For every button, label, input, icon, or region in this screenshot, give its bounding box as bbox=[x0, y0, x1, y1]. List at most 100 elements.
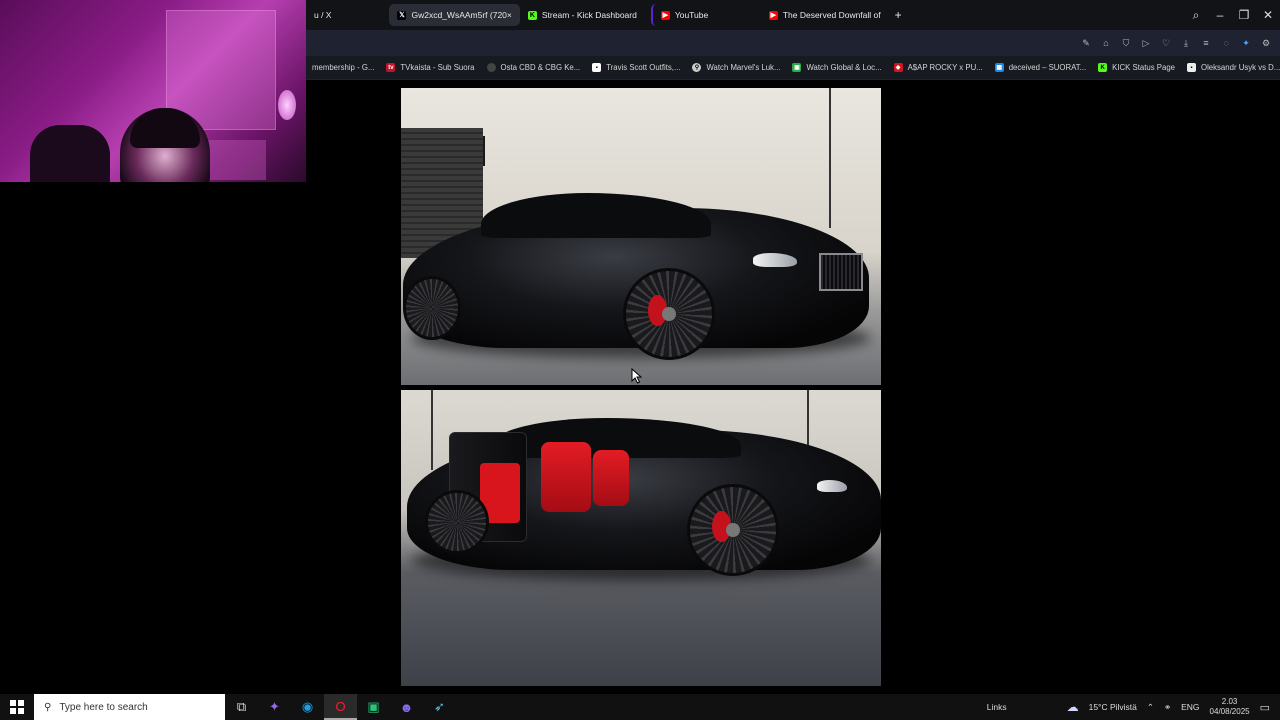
window-controls: ⌕ – ❐ ✕ bbox=[1184, 0, 1280, 30]
bookmark-item[interactable]: membership - G... bbox=[306, 63, 380, 72]
bookmark-label: Watch Marvel's Luk... bbox=[706, 63, 781, 72]
bookmark-label: TVkaista - Sub Suora bbox=[400, 63, 475, 72]
camera-icon[interactable]: ⌂ bbox=[1100, 38, 1112, 48]
taskbar-search-box[interactable]: ⚲ Type here to search bbox=[34, 694, 225, 720]
car-photo-open-doors[interactable] bbox=[401, 390, 881, 686]
steam-icon[interactable]: ➶ bbox=[423, 694, 456, 720]
weather-text[interactable]: 15°C Pilvistä bbox=[1089, 702, 1137, 712]
tab-image[interactable]: 𝕏 Gw2xcd_WsAAm5rf (720× bbox=[389, 4, 520, 26]
chevron-up-icon[interactable]: ⌃ bbox=[1147, 702, 1154, 713]
image-icon: ▦ bbox=[994, 63, 1004, 72]
webcam-overlay bbox=[0, 0, 306, 182]
wheel-hub bbox=[726, 523, 740, 537]
bookmark-label: Travis Scott Outfits,... bbox=[606, 63, 681, 72]
front-wheel bbox=[687, 484, 779, 576]
mouse-cursor-icon bbox=[631, 368, 643, 384]
menu-icon[interactable]: ≡ bbox=[1200, 38, 1212, 48]
front-seat bbox=[541, 442, 591, 512]
tab-x-profile[interactable]: u / X bbox=[306, 4, 339, 26]
youtube-icon: ▶ bbox=[768, 10, 778, 20]
bookmark-item[interactable]: tv TVkaista - Sub Suora bbox=[380, 63, 480, 72]
bookmark-label: KICK Status Page bbox=[1112, 63, 1175, 72]
links-toolbar[interactable]: Links bbox=[987, 702, 1007, 712]
minimize-icon[interactable]: – bbox=[1208, 8, 1232, 22]
tab-label: u / X bbox=[314, 10, 332, 20]
car-grille bbox=[819, 253, 863, 291]
bookmark-item[interactable]: ▣ Watch Global & Loc... bbox=[786, 63, 887, 72]
settings-icon[interactable]: ⚙ bbox=[1260, 38, 1272, 49]
rear-wheel bbox=[425, 490, 489, 554]
taskbar: ⚲ Type here to search ⧉ ✦ ◉ O ▣ ☻ ➶ Link… bbox=[0, 694, 1280, 720]
edit-icon[interactable]: ✎ bbox=[1080, 38, 1092, 49]
wheel-hub bbox=[662, 307, 676, 321]
car-roof bbox=[481, 193, 711, 238]
kick-icon: K bbox=[527, 10, 537, 20]
globe-icon bbox=[486, 63, 496, 72]
opera-icon[interactable]: O bbox=[324, 694, 357, 720]
windows-start-icon[interactable] bbox=[0, 694, 34, 720]
bookmark-item[interactable]: ▦ deceived – SUORAT... bbox=[989, 63, 1092, 72]
bookmark-item[interactable]: ▪ Travis Scott Outfits,... bbox=[586, 63, 686, 72]
wall-pole bbox=[431, 390, 433, 470]
tab-kick-dashboard[interactable]: K Stream - Kick Dashboard bbox=[520, 4, 645, 26]
discord-icon[interactable]: ☻ bbox=[390, 694, 423, 720]
car-photo-side-view[interactable] bbox=[401, 88, 881, 385]
search-tabs-icon[interactable]: ⌕ bbox=[1184, 8, 1208, 23]
x-logo-icon: 𝕏 bbox=[397, 10, 407, 20]
restore-icon[interactable]: ❐ bbox=[1232, 8, 1256, 22]
bookmark-item[interactable]: ▪ Oleksandr Usyk vs D... bbox=[1181, 63, 1280, 72]
page-icon: ▪ bbox=[1187, 63, 1196, 72]
copilot-icon[interactable]: ✦ bbox=[258, 694, 291, 720]
bookmark-label: Osta CBD & CBG Ke... bbox=[500, 63, 581, 72]
tab-label: The Deserved Downfall of bbox=[782, 10, 881, 20]
language-indicator[interactable]: ENG bbox=[1181, 702, 1199, 712]
toolbar-icons: ✎ ⌂ ⛉ ▷ ♡ ⤓ ≡ ◌ ✦ ⚙ bbox=[1080, 30, 1272, 56]
close-icon[interactable]: ✕ bbox=[1256, 8, 1280, 22]
tab-bar: u / X 𝕏 Gw2xcd_WsAAm5rf (720× K Stream -… bbox=[306, 0, 1280, 30]
bookmark-item[interactable]: ◆ A$AP ROCKY x PU... bbox=[888, 63, 989, 72]
play-icon[interactable]: ▷ bbox=[1140, 38, 1152, 49]
profile-icon[interactable]: ◌ bbox=[1220, 38, 1232, 48]
network-icon[interactable]: ⚭ bbox=[1164, 702, 1171, 713]
notification-icon[interactable]: ▭ bbox=[1260, 701, 1270, 714]
clock-date: 04/08/2025 bbox=[1209, 707, 1250, 716]
tab-deserved-downfall[interactable]: ▶ The Deserved Downfall of bbox=[761, 4, 889, 26]
webcam-chair bbox=[30, 125, 110, 182]
new-tab-button[interactable]: + bbox=[895, 8, 902, 22]
shield-icon[interactable]: ⛉ bbox=[1120, 38, 1132, 49]
extension-icon[interactable]: ✦ bbox=[1240, 38, 1252, 49]
edge-icon[interactable]: ◉ bbox=[291, 694, 324, 720]
clock-time: 2.03 bbox=[1221, 697, 1238, 706]
webcam-lamp bbox=[278, 90, 296, 120]
youtube-icon: ▶ bbox=[660, 10, 670, 20]
rear-seat bbox=[593, 450, 629, 506]
browser-toolbar: ✎ ⌂ ⛉ ▷ ♡ ⤓ ≡ ◌ ✦ ⚙ bbox=[306, 30, 1280, 56]
terminal-icon[interactable]: ▣ bbox=[357, 694, 390, 720]
bookmark-label: deceived – SUORAT... bbox=[1008, 63, 1087, 72]
brand-icon: ◆ bbox=[893, 63, 903, 72]
tab-label: Stream - Kick Dashboard bbox=[541, 10, 637, 20]
bookmark-item[interactable]: Osta CBD & CBG Ke... bbox=[481, 63, 587, 72]
rear-wheel bbox=[403, 276, 461, 340]
heart-icon[interactable]: ♡ bbox=[1160, 38, 1172, 49]
page-icon: ▪ bbox=[592, 63, 602, 72]
download-icon[interactable]: ⤓ bbox=[1180, 38, 1192, 49]
bookmark-item[interactable]: ⚲ Watch Marvel's Luk... bbox=[686, 63, 786, 72]
car-headlight bbox=[753, 253, 797, 267]
bookmark-label: membership - G... bbox=[312, 63, 375, 72]
bookmark-item[interactable]: K KICK Status Page bbox=[1092, 63, 1181, 72]
front-wheel bbox=[623, 268, 715, 360]
search-placeholder: Type here to search bbox=[59, 701, 148, 713]
bookmark-label: Watch Global & Loc... bbox=[806, 63, 882, 72]
wall-pole bbox=[829, 88, 831, 228]
bookmark-label: Oleksandr Usyk vs D... bbox=[1201, 63, 1280, 72]
search-icon: ⚲ bbox=[44, 701, 52, 713]
cloud-icon: ☁ bbox=[1066, 700, 1079, 714]
task-view-icon[interactable]: ⧉ bbox=[225, 694, 258, 720]
tv-icon: tv bbox=[386, 63, 396, 72]
system-tray: Links ☁ 15°C Pilvistä ⌃ ⚭ ENG 2.03 04/08… bbox=[987, 694, 1280, 720]
clock[interactable]: 2.03 04/08/2025 bbox=[1210, 697, 1250, 717]
tab-youtube[interactable]: ▶ YouTube bbox=[650, 4, 761, 26]
car-headlight bbox=[817, 480, 847, 492]
bookmark-label: A$AP ROCKY x PU... bbox=[907, 63, 983, 72]
